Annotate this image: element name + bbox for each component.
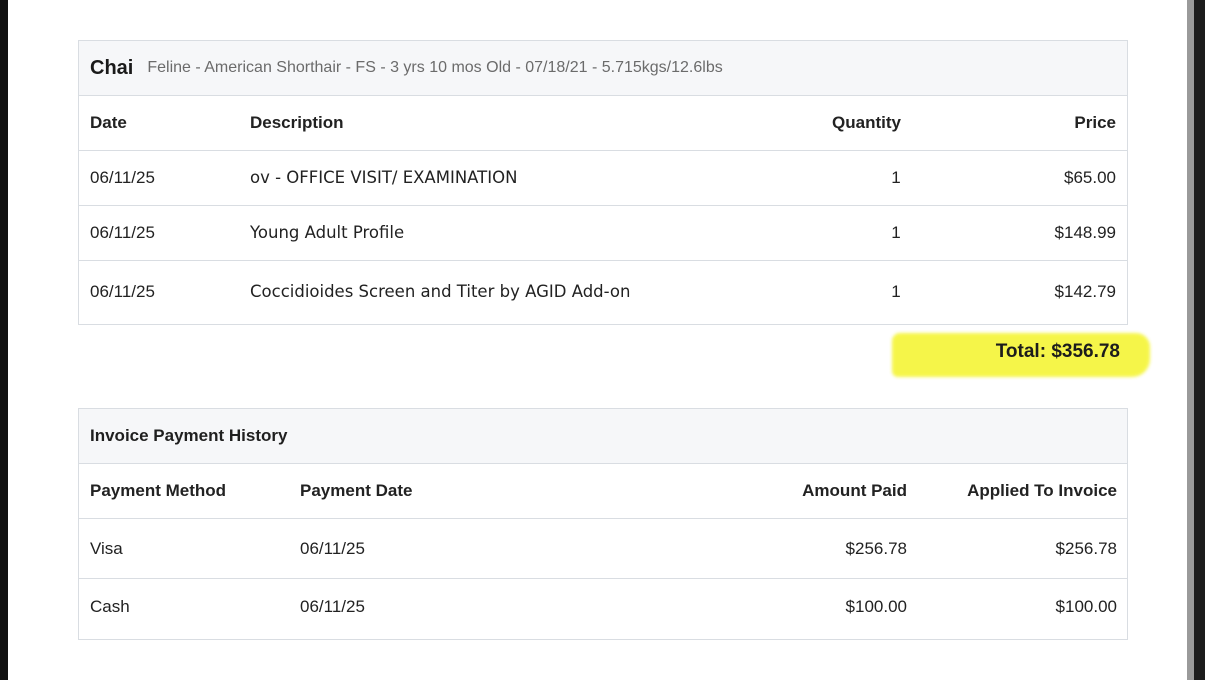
row-date: 06/11/25: [90, 282, 155, 301]
row-date: 06/11/25: [90, 168, 155, 187]
row-price: $148.99: [1054, 223, 1116, 242]
column-header-amount-paid: Amount Paid: [802, 481, 907, 500]
row-applied-to-invoice: $256.78: [1055, 538, 1117, 558]
column-header-date: Date: [90, 113, 127, 132]
screen-edge-left: [0, 0, 8, 680]
row-description: Coccidioides Screen and Titer by AGID Ad…: [250, 282, 631, 301]
row-quantity: 1: [891, 223, 901, 242]
row-price: $142.79: [1054, 282, 1116, 301]
payment-history-panel: Invoice Payment History Payment Method P…: [78, 408, 1128, 640]
row-amount-paid: $100.00: [845, 597, 907, 616]
scrollbar-edge-right: [1187, 0, 1205, 680]
invoice-items-panel: Chai Feline - American Shorthair - FS - …: [78, 40, 1128, 325]
column-header-applied-to-invoice: Applied To Invoice: [967, 481, 1117, 500]
table-row: Cash 06/11/25 $100.00 $100.00: [79, 579, 1127, 635]
row-price: $65.00: [1064, 168, 1116, 187]
row-payment-method: Cash: [90, 597, 130, 616]
row-payment-date: 06/11/25: [300, 538, 365, 558]
invoice-table-header: Date Description Quantity Price: [79, 96, 1127, 151]
row-payment-date: 06/11/25: [300, 597, 365, 616]
row-payment-method: Visa: [90, 538, 123, 558]
row-description: Young Adult Profile: [250, 223, 405, 242]
table-row: 06/11/25 Young Adult Profile 1 $148.99: [79, 206, 1127, 261]
payment-table-header: Payment Method Payment Date Amount Paid …: [79, 464, 1127, 519]
column-header-price: Price: [1074, 113, 1116, 132]
payment-history-header: Invoice Payment History: [79, 409, 1127, 464]
pet-details: Feline - American Shorthair - FS - 3 yrs…: [147, 59, 723, 76]
table-row: 06/11/25 ov - OFFICE VISIT/ EXAMINATION …: [79, 151, 1127, 206]
payment-history-title: Invoice Payment History: [90, 426, 288, 445]
patient-header: Chai Feline - American Shorthair - FS - …: [79, 41, 1127, 96]
pet-name: Chai: [90, 56, 134, 79]
total-amount: Total: $356.78: [995, 341, 1120, 362]
column-header-quantity: Quantity: [832, 113, 901, 132]
row-date: 06/11/25: [90, 223, 155, 242]
table-row: 06/11/25 Coccidioides Screen and Titer b…: [79, 261, 1127, 323]
row-amount-paid: $256.78: [845, 538, 907, 558]
row-applied-to-invoice: $100.00: [1055, 597, 1117, 616]
column-header-payment-date: Payment Date: [300, 481, 413, 500]
row-quantity: 1: [891, 168, 901, 187]
table-row: Visa 06/11/25 $256.78 $256.78: [79, 519, 1127, 579]
row-quantity: 1: [891, 282, 901, 301]
row-description: ov - OFFICE VISIT/ EXAMINATION: [250, 168, 518, 187]
column-header-description: Description: [250, 113, 344, 132]
invoice-total: Total: $356.78: [892, 333, 1150, 377]
column-header-payment-method: Payment Method: [90, 481, 227, 500]
